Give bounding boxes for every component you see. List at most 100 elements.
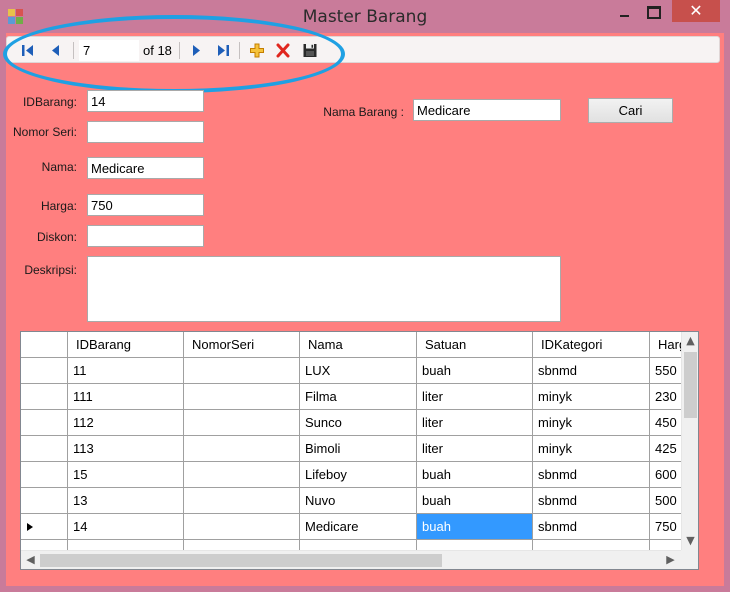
current-row-icon bbox=[27, 523, 33, 531]
column-header[interactable]: IDBarang bbox=[68, 332, 184, 358]
table-cell[interactable]: minyk bbox=[533, 384, 650, 410]
harga-field[interactable] bbox=[87, 194, 204, 216]
table-cell[interactable]: 230 bbox=[650, 384, 681, 410]
table-cell[interactable]: 15 bbox=[68, 462, 184, 488]
table-cell[interactable]: 550 bbox=[650, 358, 681, 384]
table-cell[interactable]: 11 bbox=[68, 358, 184, 384]
row-header[interactable] bbox=[21, 514, 68, 540]
table-cell[interactable]: minyk bbox=[533, 410, 650, 436]
deskripsi-field[interactable] bbox=[87, 256, 561, 322]
table-cell[interactable]: LUX bbox=[300, 358, 417, 384]
move-next-button[interactable] bbox=[191, 42, 201, 59]
table-cell[interactable] bbox=[533, 540, 650, 550]
scroll-up-icon[interactable]: ▲ bbox=[682, 332, 698, 349]
table-cell[interactable] bbox=[184, 358, 300, 384]
minimize-button[interactable] bbox=[612, 0, 638, 26]
move-previous-icon bbox=[52, 45, 59, 56]
column-header[interactable]: IDKategori bbox=[533, 332, 650, 358]
table-cell[interactable]: buah bbox=[417, 488, 533, 514]
table-cell[interactable] bbox=[184, 462, 300, 488]
row-header[interactable] bbox=[21, 384, 68, 410]
table-cell[interactable]: Medicare bbox=[300, 514, 417, 540]
table-cell[interactable]: sbnmd bbox=[533, 462, 650, 488]
table-cell[interactable]: sbnmd bbox=[533, 488, 650, 514]
nama-label: Nama: bbox=[41, 160, 77, 174]
row-header[interactable] bbox=[21, 540, 68, 550]
column-header[interactable]: NomorSeri bbox=[184, 332, 300, 358]
table-cell[interactable]: Lifeboy bbox=[300, 462, 417, 488]
search-field[interactable] bbox=[413, 99, 561, 121]
table-cell[interactable]: buah bbox=[417, 514, 533, 540]
table-cell[interactable]: sbnmd bbox=[533, 358, 650, 384]
table-cell[interactable]: 500 bbox=[650, 488, 681, 514]
table-cell[interactable] bbox=[184, 540, 300, 550]
table-cell[interactable] bbox=[184, 410, 300, 436]
move-next-icon bbox=[193, 45, 200, 56]
nomorseri-field[interactable] bbox=[87, 121, 204, 143]
idbarang-field[interactable] bbox=[87, 90, 204, 112]
table-cell[interactable] bbox=[300, 540, 417, 550]
table-cell[interactable]: Bimoli bbox=[300, 436, 417, 462]
column-header[interactable]: Satuan bbox=[417, 332, 533, 358]
vertical-scroll-thumb[interactable] bbox=[684, 352, 697, 418]
move-previous-button[interactable] bbox=[51, 42, 61, 59]
table-cell[interactable]: liter bbox=[417, 436, 533, 462]
table-cell[interactable]: 600 bbox=[650, 462, 681, 488]
delete-button[interactable] bbox=[275, 42, 291, 59]
title-bar: Master Barang ✕ bbox=[0, 0, 730, 34]
row-header[interactable] bbox=[21, 488, 68, 514]
add-new-button[interactable] bbox=[249, 42, 265, 59]
row-header[interactable] bbox=[21, 358, 68, 384]
table-cell[interactable] bbox=[184, 514, 300, 540]
table-cell[interactable] bbox=[68, 540, 184, 550]
close-icon: ✕ bbox=[689, 1, 703, 20]
data-grid[interactable]: IDBarang NomorSeri Nama Satuan IDKategori Har… bbox=[20, 331, 699, 570]
table-cell[interactable]: minyk bbox=[533, 436, 650, 462]
nama-field[interactable] bbox=[87, 157, 204, 179]
move-first-button[interactable] bbox=[21, 42, 35, 59]
table-cell[interactable]: liter bbox=[417, 410, 533, 436]
horizontal-scrollbar[interactable]: ◀ ▶ bbox=[21, 550, 681, 569]
table-cell[interactable]: sbnmd bbox=[533, 514, 650, 540]
row-header[interactable] bbox=[21, 436, 68, 462]
table-cell[interactable] bbox=[184, 436, 300, 462]
position-input[interactable] bbox=[79, 40, 139, 61]
table-cell[interactable]: buah bbox=[417, 462, 533, 488]
table-cell[interactable]: 450 bbox=[650, 410, 681, 436]
table-cell[interactable]: 112 bbox=[68, 410, 184, 436]
table-cell[interactable]: 14 bbox=[68, 514, 184, 540]
column-header[interactable]: Harga bbox=[650, 332, 681, 358]
nomorseri-label: Nomor Seri: bbox=[12, 125, 77, 139]
scroll-corner bbox=[681, 550, 698, 569]
table-cell[interactable]: 13 bbox=[68, 488, 184, 514]
close-button[interactable]: ✕ bbox=[672, 0, 720, 22]
table-cell[interactable]: Nuvo bbox=[300, 488, 417, 514]
table-cell[interactable]: 113 bbox=[68, 436, 184, 462]
table-cell[interactable]: 750 bbox=[650, 514, 681, 540]
row-header[interactable] bbox=[21, 410, 68, 436]
table-cell[interactable] bbox=[650, 540, 681, 550]
diskon-field[interactable] bbox=[87, 225, 204, 247]
move-last-button[interactable] bbox=[216, 42, 230, 59]
table-cell[interactable]: 425 bbox=[650, 436, 681, 462]
table-cell[interactable]: 111 bbox=[68, 384, 184, 410]
maximize-button[interactable] bbox=[640, 0, 666, 26]
table-cell[interactable] bbox=[184, 488, 300, 514]
table-cell[interactable]: buah bbox=[417, 358, 533, 384]
grid-corner-header[interactable] bbox=[21, 332, 68, 358]
horizontal-scroll-thumb[interactable] bbox=[40, 554, 442, 567]
column-header[interactable]: Nama bbox=[300, 332, 417, 358]
search-button[interactable]: Cari bbox=[588, 98, 673, 123]
scroll-right-icon[interactable]: ▶ bbox=[662, 551, 679, 568]
scroll-left-icon[interactable]: ◀ bbox=[23, 551, 38, 568]
save-button[interactable] bbox=[302, 42, 318, 59]
scroll-down-icon[interactable]: ▼ bbox=[682, 532, 698, 549]
table-cell[interactable]: Sunco bbox=[300, 410, 417, 436]
row-header[interactable] bbox=[21, 462, 68, 488]
record-count-label: of 18 bbox=[143, 43, 172, 58]
vertical-scrollbar[interactable]: ▲ ▼ bbox=[681, 332, 698, 550]
table-cell[interactable]: liter bbox=[417, 384, 533, 410]
table-cell[interactable] bbox=[417, 540, 533, 550]
table-cell[interactable] bbox=[184, 384, 300, 410]
table-cell[interactable]: Filma bbox=[300, 384, 417, 410]
